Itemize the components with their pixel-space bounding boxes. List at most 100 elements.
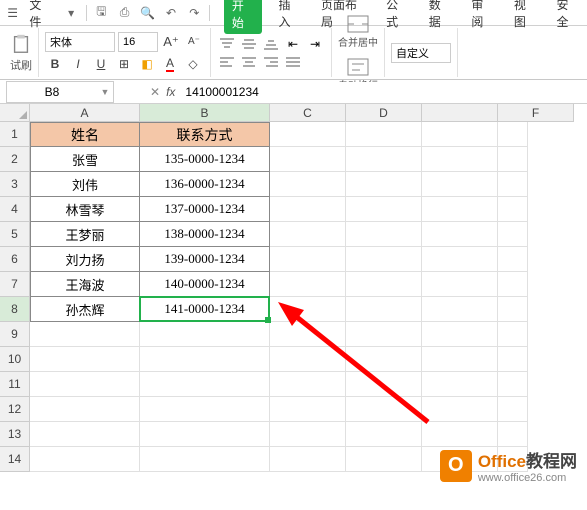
- hamburger-icon[interactable]: ☰: [4, 4, 21, 22]
- highlight-button[interactable]: ◇: [183, 54, 203, 74]
- preview-icon[interactable]: 🔍: [137, 2, 158, 24]
- tab-security[interactable]: 安全: [552, 0, 583, 34]
- cell[interactable]: 王梦丽: [30, 222, 140, 247]
- col-header-e[interactable]: [422, 104, 498, 122]
- cell[interactable]: [30, 322, 140, 347]
- merge-center-button[interactable]: 合并居中: [338, 14, 378, 49]
- cell[interactable]: [498, 347, 528, 372]
- cell[interactable]: [30, 397, 140, 422]
- cell[interactable]: [346, 447, 422, 472]
- border-button[interactable]: ⊞: [114, 54, 134, 74]
- cell[interactable]: [422, 347, 498, 372]
- row-header[interactable]: 3: [0, 172, 30, 197]
- italic-button[interactable]: I: [68, 54, 88, 74]
- name-box[interactable]: [7, 82, 97, 102]
- increase-font-icon[interactable]: A⁺: [161, 32, 181, 52]
- cell[interactable]: [346, 147, 422, 172]
- cell[interactable]: 139-0000-1234: [140, 247, 270, 272]
- indent-decrease-icon[interactable]: ⇤: [283, 36, 303, 52]
- cell[interactable]: 135-0000-1234: [140, 147, 270, 172]
- cell[interactable]: [346, 122, 422, 147]
- row-header[interactable]: 8: [0, 297, 30, 322]
- cell[interactable]: [498, 222, 528, 247]
- chevron-down-icon[interactable]: ▾: [61, 2, 82, 24]
- cell[interactable]: 刘力扬: [30, 247, 140, 272]
- cell[interactable]: 孙杰辉: [30, 297, 140, 322]
- cell[interactable]: [422, 322, 498, 347]
- align-left-icon[interactable]: [217, 54, 237, 70]
- fx-icon[interactable]: fx: [166, 85, 175, 99]
- cell[interactable]: [270, 172, 346, 197]
- cell[interactable]: [270, 222, 346, 247]
- font-name-select[interactable]: [45, 32, 115, 52]
- file-menu[interactable]: 文件: [23, 0, 58, 32]
- cell[interactable]: [346, 422, 422, 447]
- justify-icon[interactable]: [283, 54, 303, 70]
- cell[interactable]: [270, 197, 346, 222]
- col-header-f[interactable]: F: [498, 104, 574, 122]
- tab-review[interactable]: 审阅: [467, 0, 498, 34]
- cell[interactable]: [422, 272, 498, 297]
- indent-increase-icon[interactable]: ⇥: [305, 36, 325, 52]
- cell[interactable]: [270, 372, 346, 397]
- cell[interactable]: [270, 397, 346, 422]
- cell[interactable]: [422, 247, 498, 272]
- cell[interactable]: [498, 272, 528, 297]
- cell[interactable]: [30, 347, 140, 372]
- cell[interactable]: [498, 147, 528, 172]
- cell[interactable]: [140, 372, 270, 397]
- fill-color-button[interactable]: ◧: [137, 54, 157, 74]
- cell[interactable]: [270, 247, 346, 272]
- row-header[interactable]: 14: [0, 447, 30, 472]
- cell[interactable]: 140-0000-1234: [140, 272, 270, 297]
- number-format-select[interactable]: [391, 43, 451, 63]
- cell[interactable]: [140, 447, 270, 472]
- cell[interactable]: [270, 122, 346, 147]
- cell[interactable]: 王海波: [30, 272, 140, 297]
- paste-icon[interactable]: [10, 33, 32, 55]
- cell[interactable]: 141-0000-1234: [140, 297, 270, 322]
- namebox-dropdown-icon[interactable]: ▼: [97, 87, 113, 97]
- cell[interactable]: [30, 447, 140, 472]
- cell[interactable]: [270, 422, 346, 447]
- cell[interactable]: [30, 422, 140, 447]
- align-bottom-icon[interactable]: [261, 36, 281, 52]
- cell[interactable]: [346, 272, 422, 297]
- cell[interactable]: [498, 172, 528, 197]
- cell[interactable]: [422, 197, 498, 222]
- select-all-corner[interactable]: [0, 104, 30, 122]
- col-header-c[interactable]: C: [270, 104, 346, 122]
- print-icon[interactable]: ⎙: [114, 2, 135, 24]
- cell[interactable]: [346, 397, 422, 422]
- cell[interactable]: [270, 322, 346, 347]
- cell[interactable]: [422, 147, 498, 172]
- cell[interactable]: 林雪琴: [30, 197, 140, 222]
- row-header[interactable]: 12: [0, 397, 30, 422]
- cell[interactable]: [270, 347, 346, 372]
- align-top-icon[interactable]: [217, 36, 237, 52]
- cancel-icon[interactable]: ✕: [150, 85, 160, 99]
- bold-button[interactable]: B: [45, 54, 65, 74]
- row-header[interactable]: 13: [0, 422, 30, 447]
- cell[interactable]: 138-0000-1234: [140, 222, 270, 247]
- cell[interactable]: [498, 122, 528, 147]
- cell[interactable]: [140, 397, 270, 422]
- cell[interactable]: 联系方式: [140, 122, 270, 147]
- row-header[interactable]: 5: [0, 222, 30, 247]
- cell[interactable]: [346, 247, 422, 272]
- cell[interactable]: [346, 222, 422, 247]
- cell[interactable]: [498, 372, 528, 397]
- redo-icon[interactable]: ↷: [184, 2, 205, 24]
- cell[interactable]: [270, 272, 346, 297]
- cell[interactable]: [346, 297, 422, 322]
- cell[interactable]: 张雪: [30, 147, 140, 172]
- cell[interactable]: [270, 147, 346, 172]
- decrease-font-icon[interactable]: A⁻: [184, 32, 204, 52]
- cell[interactable]: [498, 197, 528, 222]
- row-header[interactable]: 1: [0, 122, 30, 147]
- cell[interactable]: [140, 322, 270, 347]
- cell[interactable]: [140, 347, 270, 372]
- cell[interactable]: [346, 322, 422, 347]
- cell[interactable]: [422, 422, 498, 447]
- cell[interactable]: [498, 397, 528, 422]
